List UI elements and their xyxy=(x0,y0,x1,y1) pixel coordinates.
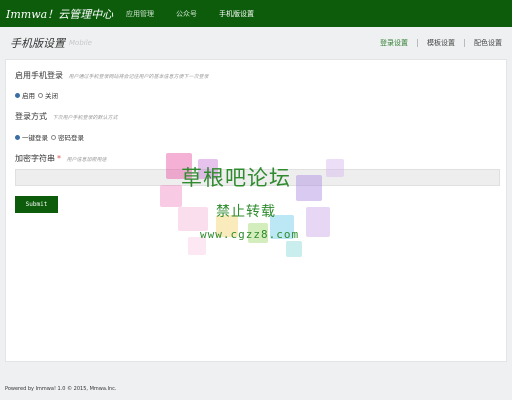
top-navbar: Immwa！云管理中心 应用管理 公众号 手机版设置 xyxy=(0,0,512,27)
login-method-section: 登录方式 下次用户手机登录的默认方式 xyxy=(15,111,118,122)
secret-string-section: 加密字符串 * 用户信息加密用途 xyxy=(15,153,107,164)
tab-login-settings[interactable]: 登录设置 xyxy=(380,38,408,48)
login-method-radio-group: 一键登录 密码登录 xyxy=(15,132,87,142)
tab-color-settings[interactable]: 配色设置 xyxy=(474,38,502,48)
watermark-text-forum: 草根吧论坛 xyxy=(181,166,291,190)
radio-enable-label[interactable]: 启用 xyxy=(22,90,35,100)
page-subtitle: Mobile xyxy=(69,39,92,47)
nav-item-official-account[interactable]: 公众号 xyxy=(176,9,197,19)
settings-tabs: 登录设置 模板设置 配色设置 xyxy=(380,27,502,59)
radio-enable[interactable] xyxy=(15,92,20,98)
enable-mobile-login-hint: 用户通过手机登录网站将会记住用户的基本信息方便下一次登录 xyxy=(68,74,209,80)
submit-button[interactable]: Submit xyxy=(15,196,58,213)
enable-radio-group: 启用 关闭 xyxy=(15,90,61,100)
tab-template-settings[interactable]: 模板设置 xyxy=(427,38,455,48)
nav-item-mobile-settings[interactable]: 手机版设置 xyxy=(219,9,254,19)
radio-password-login[interactable] xyxy=(51,134,56,140)
watermark-text-no-repost: 禁止转载 xyxy=(216,204,276,220)
enable-mobile-login-section: 启用手机登录 用户通过手机登录网站将会记住用户的基本信息方便下一次登录 xyxy=(15,70,209,81)
brand-logo[interactable]: Immwa！云管理中心 xyxy=(6,6,116,22)
secret-string-label: 加密字符串 xyxy=(15,154,55,163)
footer-copyright: Powered by Immwa! 1.0 © 2015, Mmwa.Inc. xyxy=(5,386,117,392)
page-header: 手机版设置 Mobile 登录设置 模板设置 配色设置 xyxy=(0,27,512,59)
tab-divider xyxy=(464,39,465,47)
tab-divider xyxy=(417,39,418,47)
enable-mobile-login-label: 启用手机登录 xyxy=(15,71,63,80)
login-method-hint: 下次用户手机登录的默认方式 xyxy=(52,115,118,121)
radio-disable[interactable] xyxy=(38,92,43,98)
main-nav: 应用管理 公众号 手机版设置 xyxy=(126,9,276,19)
radio-one-click-login[interactable] xyxy=(15,134,20,140)
radio-one-click-login-label[interactable]: 一键登录 xyxy=(22,132,48,142)
radio-disable-label[interactable]: 关闭 xyxy=(45,90,58,100)
required-asterisk: * xyxy=(57,154,61,163)
secret-string-hint: 用户信息加密用途 xyxy=(66,157,107,163)
watermark-text-url: www.cgzz8.com xyxy=(200,228,300,241)
nav-item-apps[interactable]: 应用管理 xyxy=(126,9,154,19)
login-method-label: 登录方式 xyxy=(15,112,47,121)
radio-password-login-label[interactable]: 密码登录 xyxy=(58,132,84,142)
page-title: 手机版设置 xyxy=(10,37,65,50)
